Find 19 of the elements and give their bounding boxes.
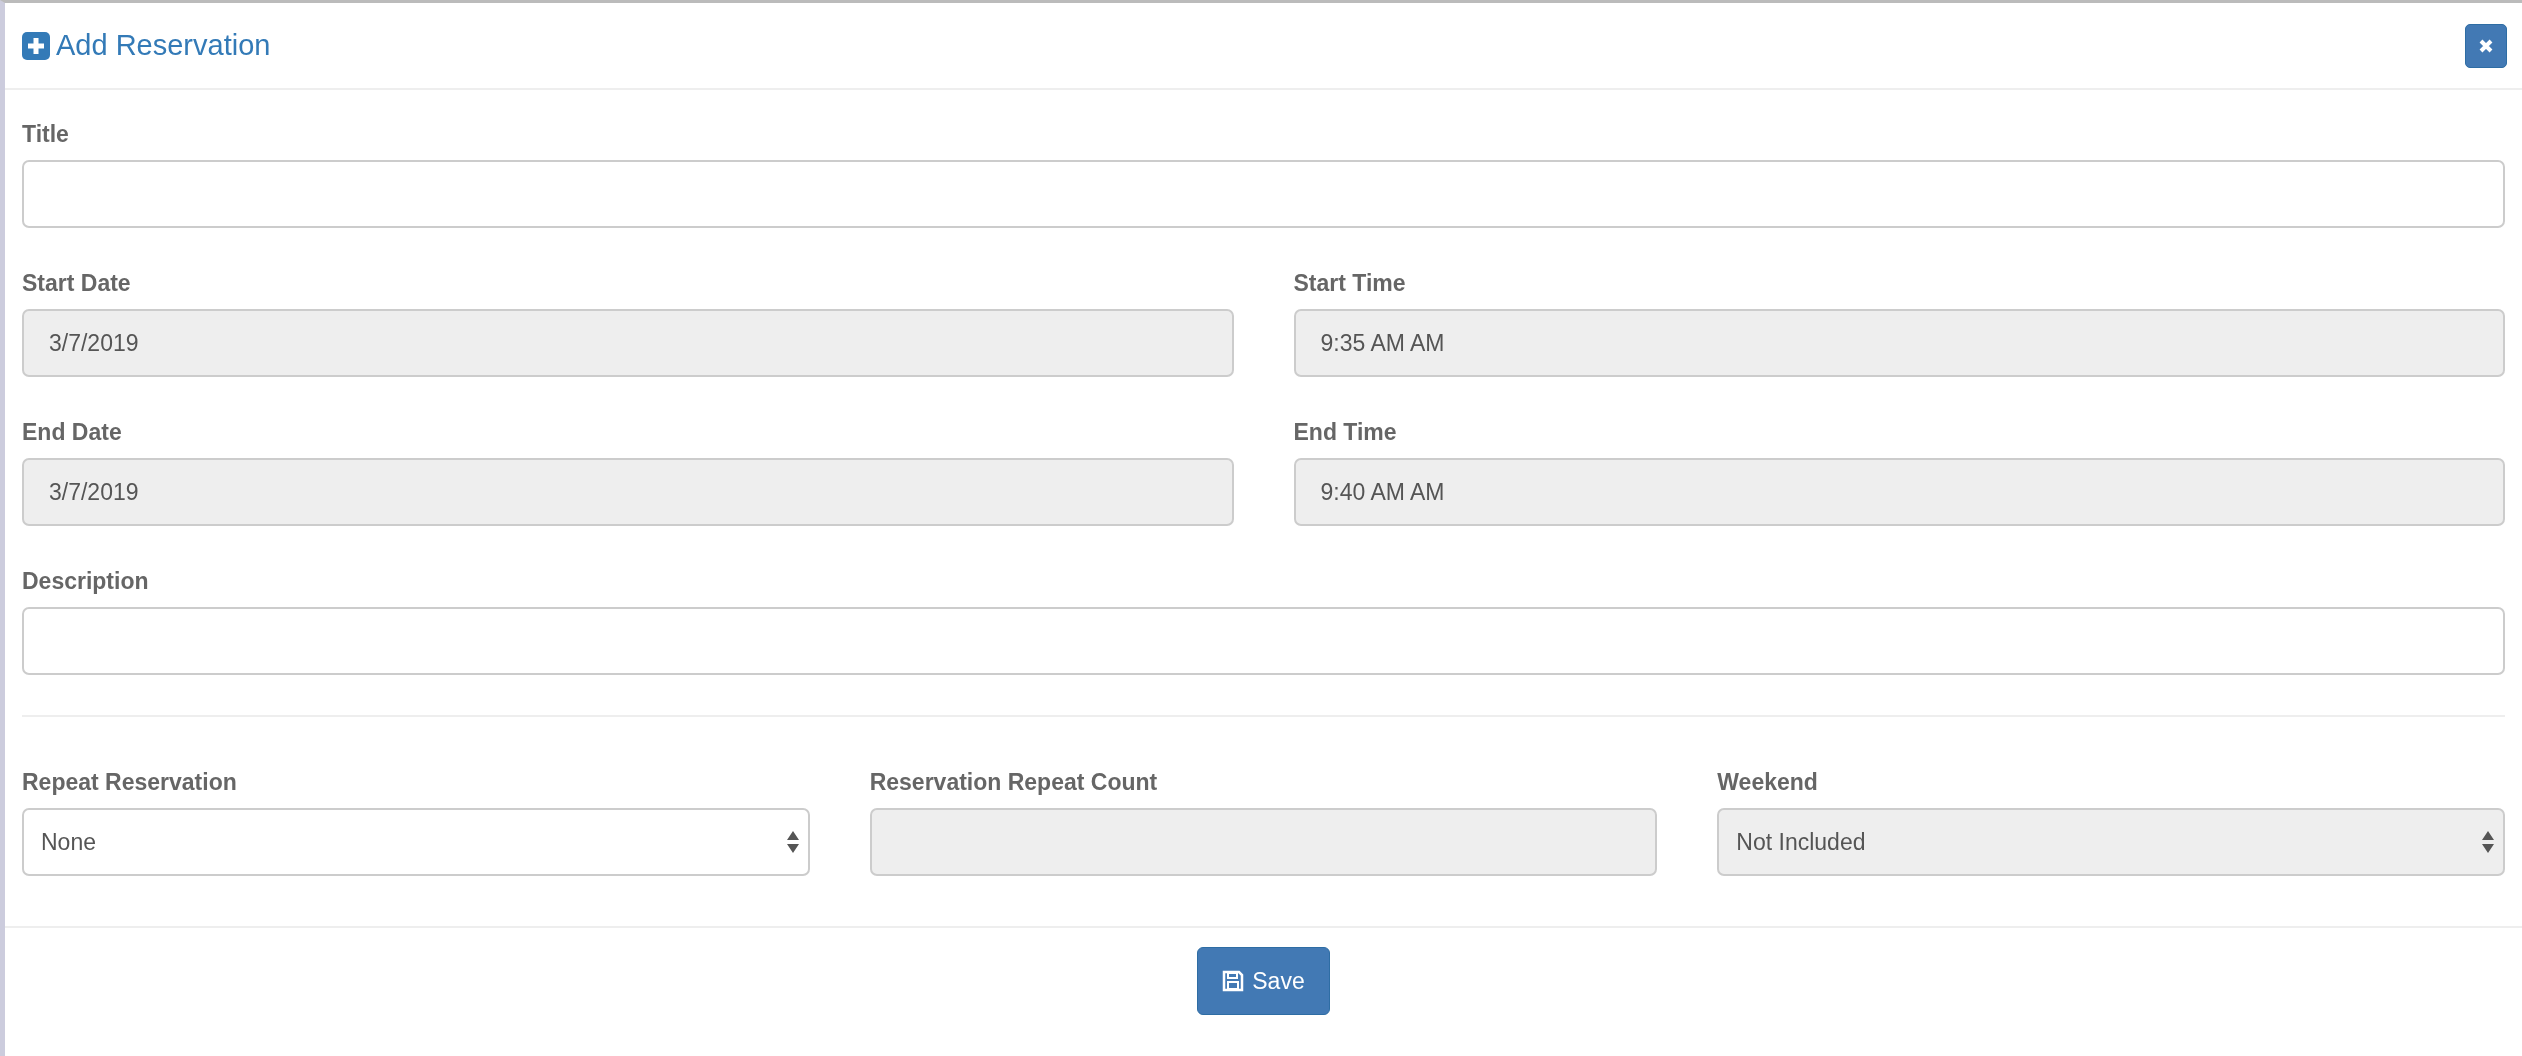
sort-arrows-icon bbox=[785, 830, 800, 854]
field-label: End Time bbox=[1293, 417, 1398, 447]
field-label: Start Date bbox=[22, 268, 132, 298]
plus-square-icon bbox=[22, 31, 50, 60]
field-label: Start Time bbox=[1293, 268, 1407, 298]
field-label: Description bbox=[22, 566, 150, 596]
field-label: Repeat Reservation bbox=[22, 767, 238, 797]
close-button[interactable] bbox=[2465, 23, 2507, 68]
dialog-title: Add Reservation bbox=[56, 27, 271, 63]
sort-arrows-icon bbox=[2481, 830, 2495, 854]
input-field[interactable] bbox=[22, 160, 2505, 228]
select-field[interactable]: None bbox=[22, 808, 810, 876]
field-label: End Date bbox=[22, 417, 123, 447]
close-icon bbox=[2478, 37, 2494, 54]
field-label: Title bbox=[22, 119, 70, 149]
save-button[interactable]: Save bbox=[1197, 947, 1330, 1015]
input-field[interactable] bbox=[22, 607, 2505, 675]
field-label: Reservation Repeat Count bbox=[869, 767, 1159, 797]
field-label: Weekend bbox=[1717, 767, 1819, 797]
